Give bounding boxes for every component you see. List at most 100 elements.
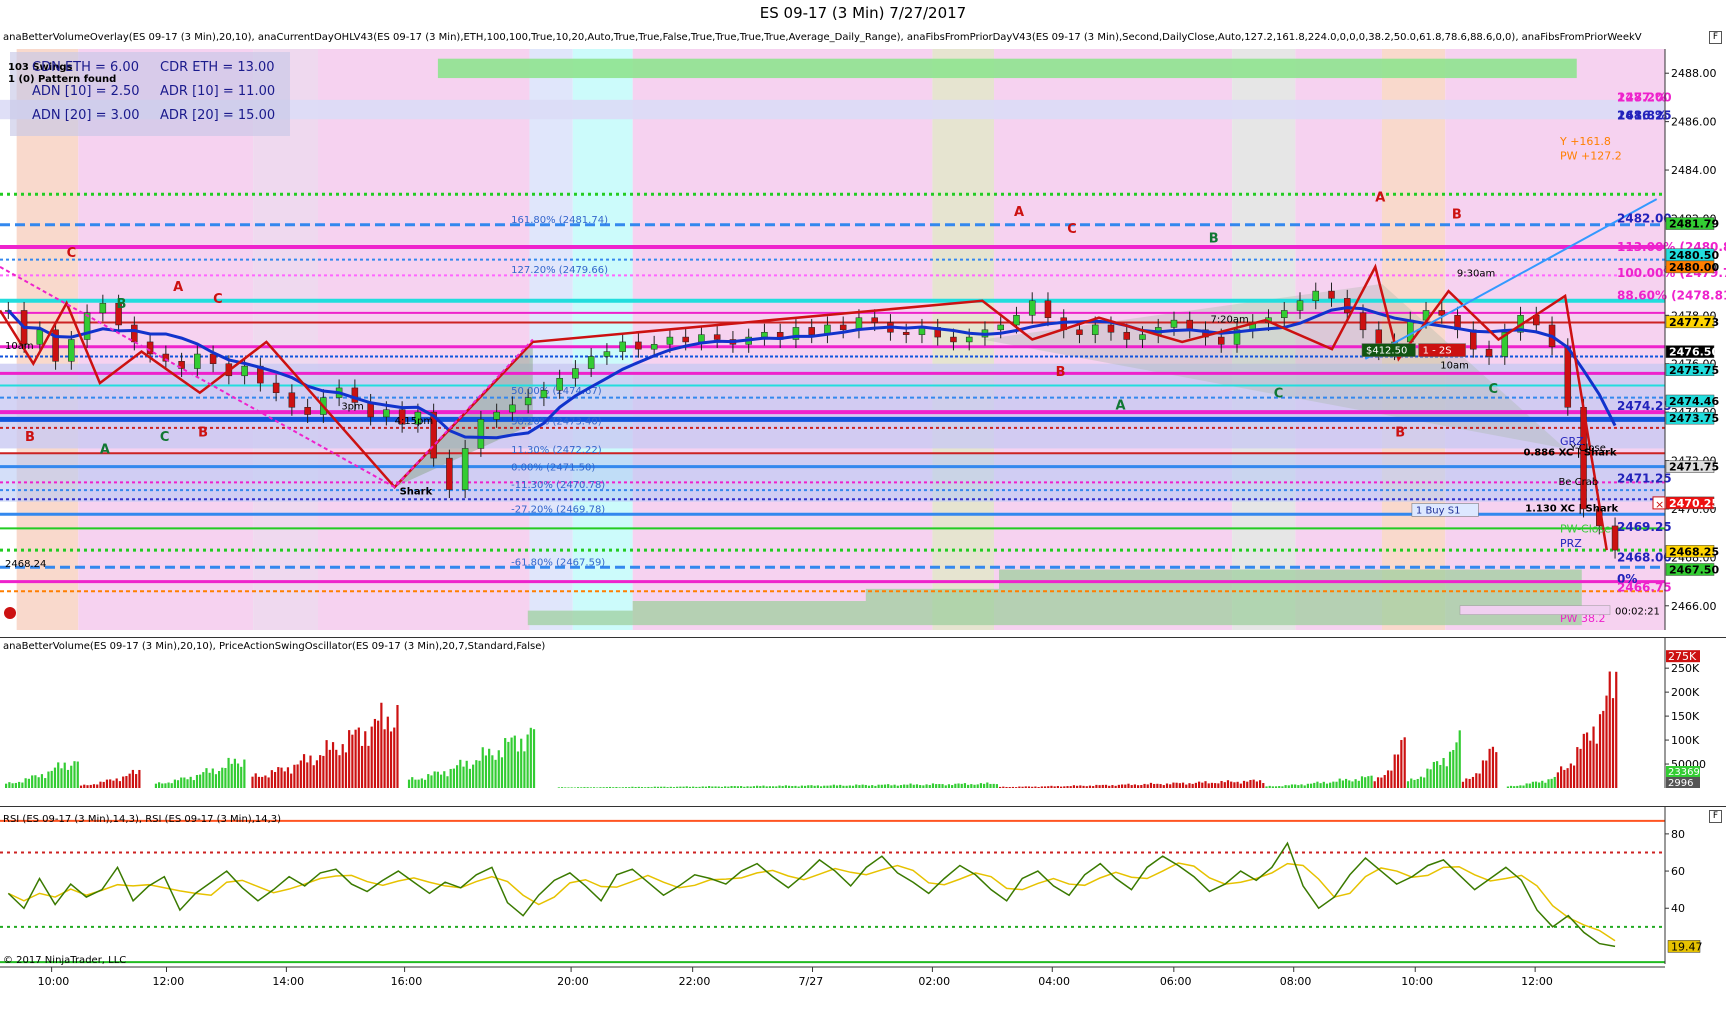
chart-annotation: 2468.24 — [5, 559, 46, 570]
volume-bar — [446, 776, 449, 788]
rsi-indicator-label: RSI (ES 09-17 (3 Min),14,3), RSI (ES 09-… — [3, 814, 282, 825]
volume-bar — [576, 787, 580, 788]
time-tick-label: 20:00 — [557, 975, 589, 988]
swing-letter: C — [160, 430, 170, 445]
volume-bar — [1522, 785, 1525, 788]
volume-bar — [1037, 786, 1040, 788]
candle-body — [1044, 300, 1052, 318]
volume-bar — [1294, 784, 1297, 788]
volume-bar — [1265, 786, 1268, 788]
volume-bar — [1416, 778, 1419, 788]
volume-bar — [960, 783, 963, 788]
candle-body — [761, 331, 768, 338]
volume-bar — [1287, 785, 1290, 788]
volume-bar — [1325, 783, 1329, 788]
volume-bar — [1344, 778, 1348, 788]
volume-bar — [468, 768, 472, 788]
price-axis-tag-label: 2480.00 — [1669, 261, 1719, 274]
volume-bar — [717, 786, 720, 788]
volume-bar — [679, 786, 682, 788]
volume-panel[interactable]: 50000 100K 150K 200K 250K 275K 23369 2996 anaBe… — [0, 637, 1726, 790]
volume-bar — [963, 783, 967, 788]
volume-bar — [1133, 784, 1137, 788]
volume-bar — [180, 777, 183, 788]
volume-bar — [967, 784, 970, 788]
volume-bar — [40, 774, 44, 788]
rsi-chart[interactable]: 40 60 80 19.47 — [0, 806, 1726, 966]
volume-bar — [915, 784, 919, 788]
rsi-options-button[interactable]: F — [1709, 810, 1722, 823]
order-marker-icon — [4, 607, 16, 620]
volume-bar — [1284, 785, 1287, 788]
volume-bar — [567, 787, 570, 788]
volume-bar — [1332, 781, 1335, 788]
volume-bar — [634, 787, 637, 788]
volume-bar — [328, 749, 331, 788]
candle-body — [383, 409, 390, 418]
candle-body — [1438, 310, 1446, 316]
time-tick-label: 12:00 — [1521, 975, 1553, 988]
candle-body — [272, 382, 280, 394]
volume-bar — [1021, 786, 1024, 788]
volume-bar — [195, 774, 199, 788]
fib-level-label: 11.30% (2472.22) — [511, 445, 602, 456]
volume-bar — [102, 781, 105, 788]
time-axis: 10:00 12:00 14:00 16:00 20:00 22:00 7/27 02:00 0… — [0, 966, 1665, 988]
session-band — [78, 49, 254, 630]
volume-bar — [1153, 783, 1156, 788]
volume-bar — [743, 786, 746, 788]
volume-bar — [236, 763, 240, 788]
volume-bar — [762, 785, 765, 788]
volume-bar — [983, 783, 986, 788]
volume-bar — [290, 773, 293, 788]
volume-bar — [800, 785, 803, 788]
volume-bar — [765, 786, 768, 788]
volume-bar — [874, 785, 877, 788]
volume-bar — [1255, 781, 1258, 788]
volume-bar — [909, 783, 912, 788]
volume-bar — [1538, 782, 1541, 788]
volume-bar — [669, 786, 672, 788]
rsi-panel[interactable]: 40 60 80 19.47 RSI (ES 09-17 (3 Min),14,3),… — [0, 806, 1726, 966]
volume-indicator-label: anaBetterVolume(ES 09-17 (3 Min),20,10),… — [3, 641, 546, 652]
volume-chart[interactable]: 50000100K150K200K250K275K233692996 — [0, 637, 1726, 790]
volume-bar — [599, 787, 602, 788]
panel-options-button[interactable]: F — [1709, 31, 1722, 44]
volume-bar — [1124, 784, 1127, 788]
volume-bar — [813, 785, 816, 788]
volume-bar — [1367, 776, 1370, 788]
candle-body — [1107, 324, 1115, 333]
value-zone — [0, 453, 1665, 502]
volume-bar — [1335, 781, 1338, 788]
volume-bar — [462, 766, 465, 788]
volume-bar — [1015, 787, 1018, 788]
price-axis-tag-label: 2471.75 — [1669, 461, 1719, 474]
volume-bar — [1226, 780, 1230, 788]
candle-body — [619, 341, 626, 352]
volume-bar — [1079, 785, 1082, 788]
volume-bar — [261, 776, 264, 788]
volume-bar — [1553, 776, 1556, 788]
volume-bar — [1188, 783, 1191, 788]
volume-bar — [1281, 786, 1284, 788]
volume-bar — [1410, 778, 1413, 788]
volume-bar — [306, 762, 309, 788]
volume-bar — [267, 777, 270, 788]
volume-bar — [979, 783, 983, 788]
session-band — [253, 49, 319, 630]
volume-bar — [720, 786, 724, 788]
volume-bar — [1207, 783, 1210, 788]
volume-bar — [1380, 777, 1383, 788]
rsi-last-tag-label: 19.47 — [1671, 940, 1703, 953]
volume-bar — [243, 759, 246, 788]
candle-body — [698, 334, 705, 343]
volume-bar — [420, 778, 423, 788]
volume-bar — [1465, 778, 1468, 788]
volume-bar — [532, 729, 536, 788]
volume-bar — [335, 749, 338, 788]
volume-bar — [1108, 785, 1111, 788]
time-tick-label: 08:00 — [1280, 975, 1312, 988]
time-tick-label: 10:00 — [1401, 975, 1433, 988]
volume-bar — [364, 731, 367, 788]
time-tick-label: 04:00 — [1038, 975, 1070, 988]
